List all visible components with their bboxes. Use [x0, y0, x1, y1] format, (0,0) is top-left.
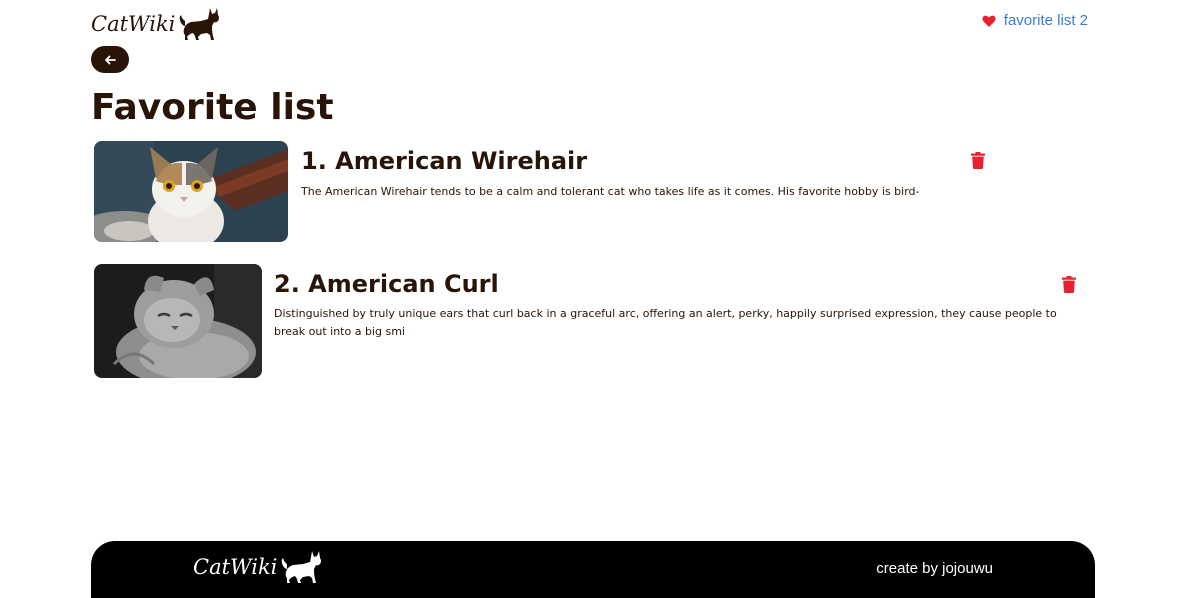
favorite-list-label: favorite list 2 — [1003, 12, 1088, 29]
delete-button[interactable] — [971, 151, 987, 169]
footer-logo[interactable]: CatWiki — [193, 549, 323, 585]
page-title: Favorite list — [91, 87, 334, 128]
cat-silhouette-icon — [179, 6, 221, 42]
cat-description: Distinguished by truly unique ears that … — [274, 307, 1057, 338]
favorite-list-link[interactable]: favorite list 2 — [982, 12, 1088, 29]
footer-credit: create by jojouwu — [876, 560, 993, 577]
logo-text: CatWiki — [91, 12, 176, 36]
header-logo[interactable]: CatWiki — [91, 6, 221, 42]
footer-logo-text: CatWiki — [193, 555, 278, 579]
cat-title[interactable]: 1. American Wirehair — [301, 146, 587, 176]
delete-button[interactable] — [1062, 275, 1078, 293]
back-button[interactable] — [91, 46, 129, 73]
cat-description: The American Wirehair tends to be a calm… — [301, 185, 920, 198]
cat-title[interactable]: 2. American Curl — [274, 269, 499, 299]
page: CatWiki favorite list 2 Favorite list 1.… — [0, 0, 1186, 598]
heart-icon — [982, 14, 996, 28]
trash-icon — [1062, 275, 1078, 293]
cat-photo — [94, 141, 288, 242]
cat-photo — [94, 264, 262, 378]
trash-icon — [971, 151, 987, 169]
arrow-left-icon — [104, 54, 116, 66]
cat-silhouette-icon — [281, 549, 323, 585]
footer: CatWiki create by jojouwu — [91, 541, 1095, 598]
